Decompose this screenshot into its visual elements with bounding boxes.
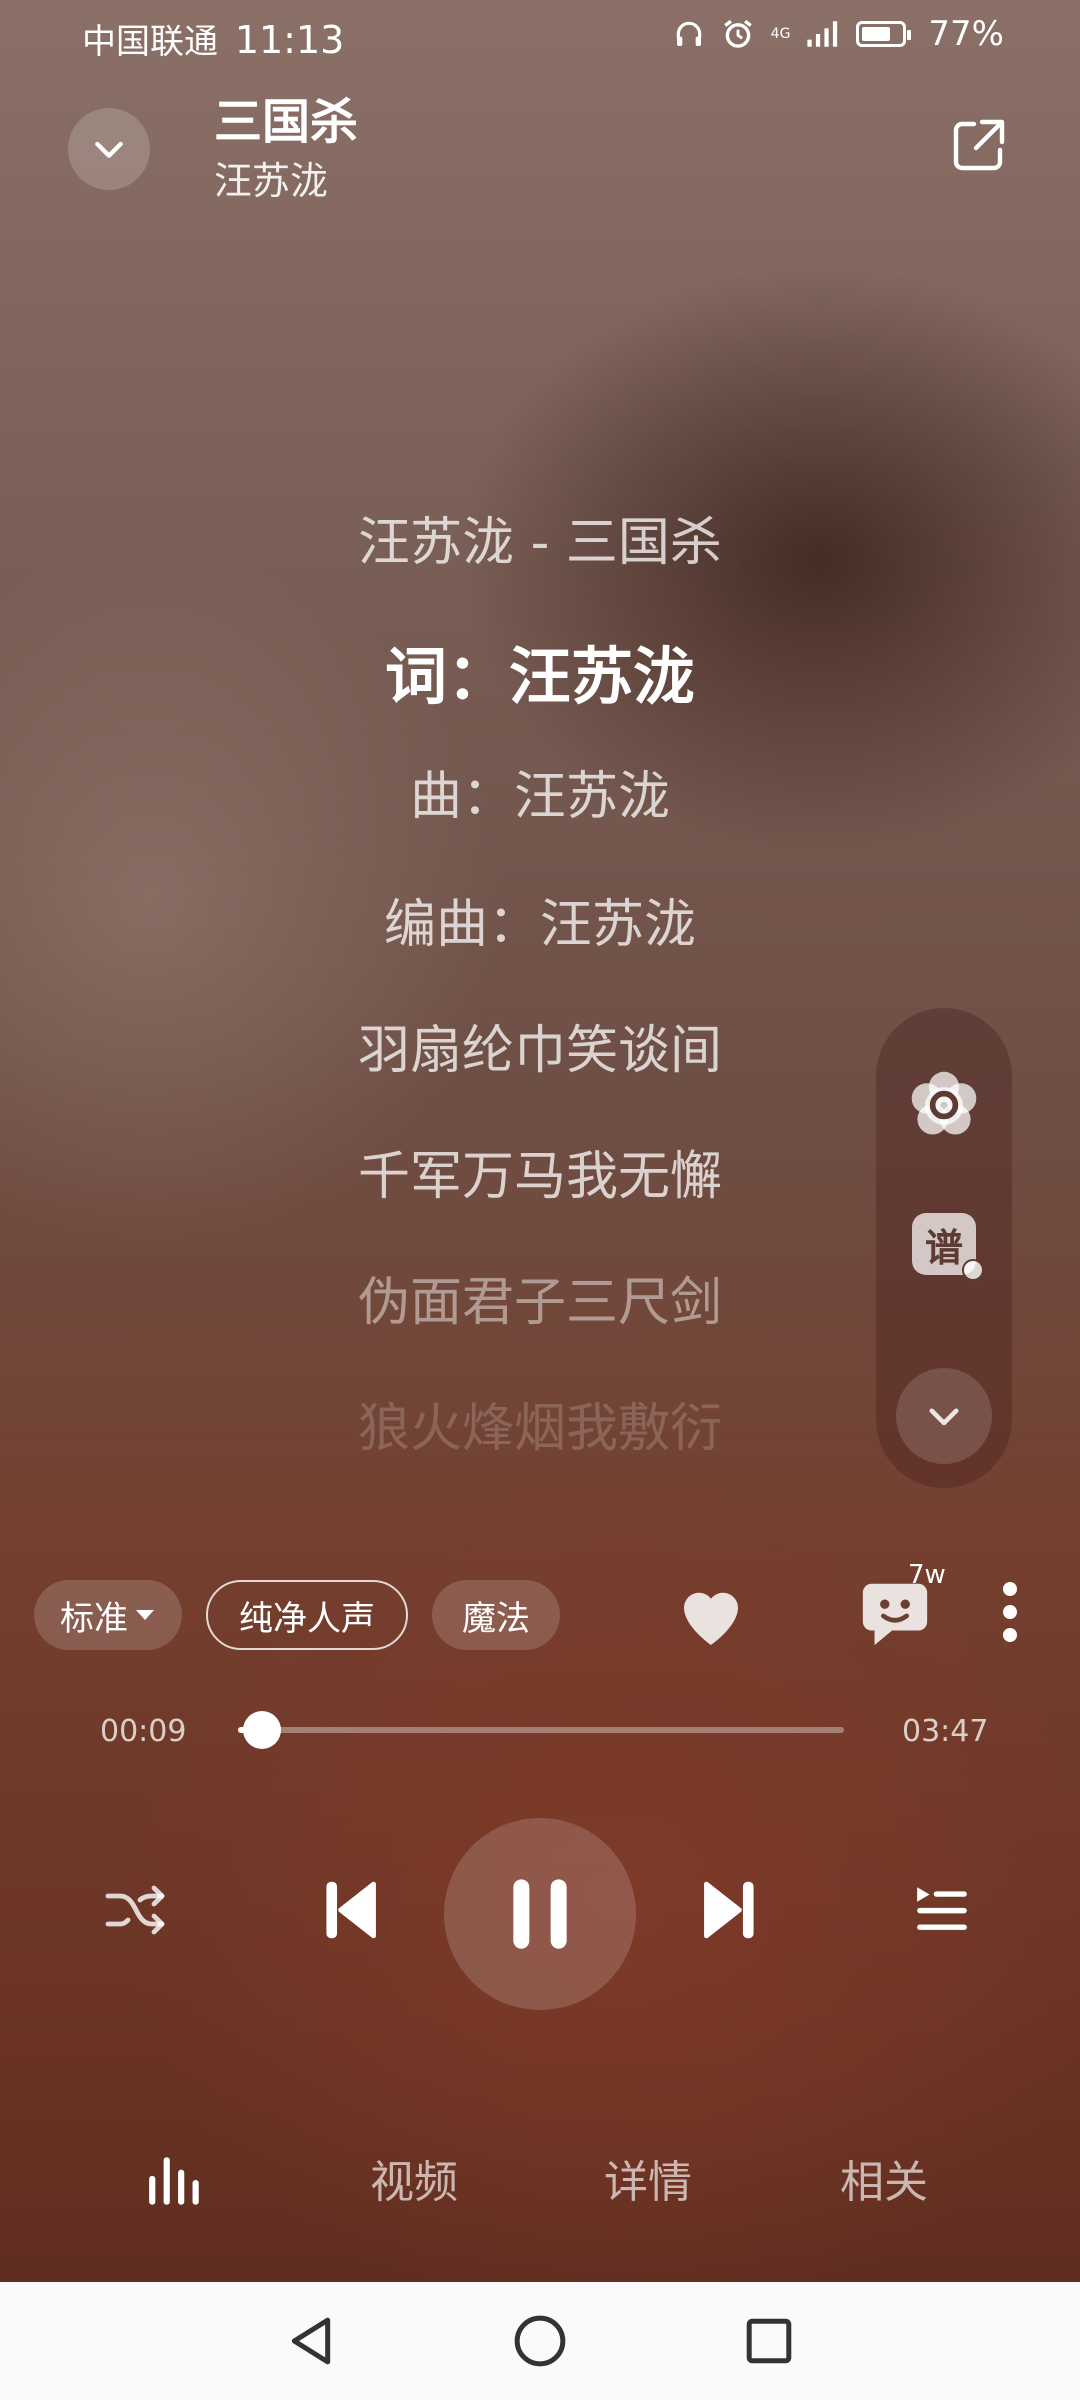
quality-selector[interactable]: 标准 bbox=[34, 1580, 182, 1650]
heart-icon bbox=[684, 1592, 738, 1645]
progress-knob[interactable] bbox=[243, 1711, 282, 1749]
tab-video[interactable]: 视频 bbox=[334, 2146, 494, 2210]
pure-vocal-label: 纯净人声 bbox=[239, 1598, 375, 1639]
status-bar: 中国联通 11:13 4G 77% bbox=[0, 0, 1080, 72]
magic-label: 魔法 bbox=[462, 1598, 530, 1639]
score-button[interactable]: 谱 bbox=[896, 1196, 992, 1292]
tab-related[interactable]: 相关 bbox=[804, 2146, 964, 2210]
comment-button[interactable]: 7w bbox=[850, 1560, 946, 1658]
battery-icon bbox=[856, 21, 912, 47]
pure-vocal-button[interactable]: 纯净人声 bbox=[206, 1580, 408, 1650]
more-vertical-icon bbox=[1003, 1582, 1017, 1642]
pause-icon bbox=[513, 1879, 567, 1949]
chevron-down-icon bbox=[95, 141, 123, 158]
quality-label: 标准 bbox=[60, 1598, 128, 1639]
carrier-name: 中国联通 bbox=[82, 22, 218, 62]
tab-lyrics[interactable] bbox=[136, 2140, 216, 2220]
lyrics-settings-button[interactable] bbox=[896, 1058, 992, 1154]
lyric-line-current[interactable]: 词：汪苏泷 bbox=[0, 626, 1080, 716]
share-icon bbox=[953, 119, 1005, 171]
playlist-button[interactable] bbox=[902, 1870, 982, 1950]
tab-details[interactable]: 详情 bbox=[568, 2146, 728, 2210]
system-nav-bar bbox=[0, 2282, 1080, 2400]
comment-count: 7w bbox=[908, 1560, 946, 1590]
skip-next-icon bbox=[704, 1881, 754, 1939]
share-button[interactable] bbox=[946, 114, 1010, 178]
network-type: 4G bbox=[770, 26, 791, 42]
progress-bar[interactable] bbox=[238, 1711, 844, 1749]
more-button[interactable] bbox=[990, 1572, 1030, 1652]
song-title: 三国杀 bbox=[214, 94, 359, 150]
nav-back-button[interactable] bbox=[268, 2298, 354, 2384]
clock: 11:13 bbox=[234, 18, 345, 62]
score-label: 谱 bbox=[924, 1225, 963, 1270]
play-pause-button[interactable] bbox=[444, 1818, 636, 2010]
back-triangle-icon bbox=[291, 2317, 331, 2365]
home-circle-icon bbox=[514, 2315, 566, 2367]
nav-home-button[interactable] bbox=[497, 2298, 583, 2384]
collapse-player-button[interactable] bbox=[68, 108, 150, 190]
flower-settings-icon bbox=[911, 1071, 977, 1135]
music-note-icon bbox=[962, 1259, 984, 1281]
nav-recents-button[interactable] bbox=[726, 2298, 812, 2384]
magic-button[interactable]: 魔法 bbox=[432, 1580, 560, 1650]
signal-icon bbox=[807, 21, 838, 47]
chevron-down-icon bbox=[929, 1408, 959, 1426]
score-icon: 谱 bbox=[912, 1213, 984, 1281]
side-panel-collapse-button[interactable] bbox=[896, 1368, 992, 1464]
lyric-line[interactable]: 曲：汪苏泷 bbox=[0, 754, 1080, 829]
current-time: 00:09 bbox=[100, 1714, 187, 1749]
lyric-line[interactable]: 汪苏泷 - 三国杀 bbox=[0, 500, 1080, 575]
skip-previous-icon bbox=[326, 1881, 376, 1939]
recents-square-icon bbox=[746, 2318, 792, 2364]
song-artist[interactable]: 汪苏泷 bbox=[214, 150, 328, 205]
lyric-line[interactable]: 编曲：汪苏泷 bbox=[0, 882, 1080, 957]
playlist-icon bbox=[917, 1887, 967, 1930]
alarm-icon bbox=[723, 19, 752, 48]
total-time: 03:47 bbox=[902, 1714, 989, 1749]
previous-button[interactable] bbox=[310, 1870, 390, 1950]
caret-down-icon bbox=[136, 1610, 154, 1620]
status-carrier-time: 中国联通 11:13 bbox=[82, 14, 344, 63]
lyrics-side-panel: 谱 bbox=[876, 1008, 1012, 1488]
equalizer-icon bbox=[149, 2157, 199, 2205]
shuffle-icon bbox=[105, 1885, 165, 1935]
battery-percent: 77% bbox=[928, 14, 1004, 54]
shuffle-button[interactable] bbox=[96, 1870, 176, 1950]
like-button[interactable] bbox=[668, 1572, 754, 1658]
headphones-icon bbox=[676, 21, 701, 46]
status-icons: 4G 77% bbox=[673, 14, 1004, 54]
next-button[interactable] bbox=[690, 1870, 770, 1950]
